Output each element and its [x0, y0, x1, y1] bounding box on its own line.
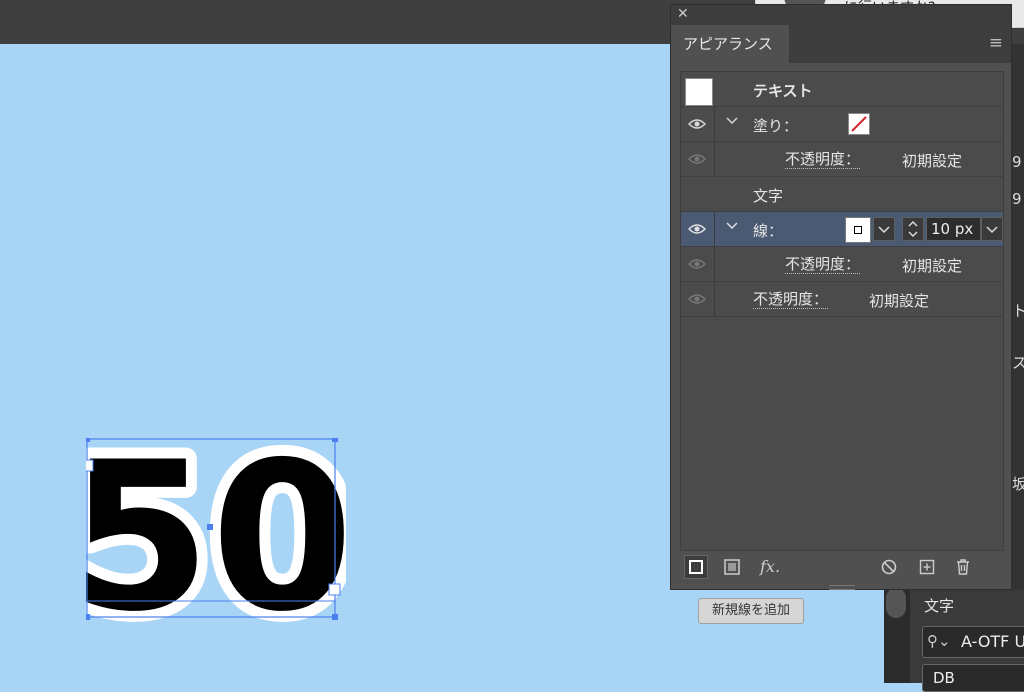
eye-icon — [688, 119, 706, 129]
fill-none-swatch[interactable] — [848, 113, 870, 135]
new-stroke-icon — [689, 560, 703, 574]
dock-scrollbar[interactable] — [886, 588, 906, 618]
threading-in-port[interactable] — [86, 459, 94, 472]
artwork-svg: 50 50 — [86, 438, 346, 624]
visibility-toggle[interactable] — [681, 142, 715, 176]
handle[interactable] — [332, 614, 338, 620]
stroke-color-swatch[interactable] — [845, 217, 871, 243]
selected-text-object[interactable]: 50 50 — [86, 438, 346, 624]
fill-row[interactable]: 塗り： — [681, 107, 1003, 142]
clear-icon — [881, 559, 897, 575]
font-family-field[interactable]: ⚲⌄ A-OTF U — [922, 626, 1024, 658]
panel-menu-icon[interactable]: ≡ — [989, 33, 1003, 53]
trash-icon — [957, 559, 969, 575]
visibility-toggle[interactable] — [681, 212, 715, 246]
characters-label: 文字 — [753, 187, 784, 205]
search-icon: ⚲⌄ — [927, 632, 951, 650]
panel-title-strip: ✕ — [671, 5, 1011, 25]
object-opacity-row[interactable]: 不透明度： 初期設定 — [681, 282, 1003, 317]
eye-icon — [688, 259, 706, 269]
character-panel-title: 文字 — [924, 597, 955, 615]
dock-fragment: 9 — [1012, 190, 1022, 208]
object-type-label: テキスト — [753, 82, 813, 100]
panel-resize-grip[interactable] — [829, 585, 855, 590]
stroke-label: 線： — [753, 222, 784, 240]
close-icon[interactable]: ✕ — [677, 6, 689, 22]
stroke-row[interactable]: 線： 10 px — [681, 212, 1003, 247]
handle[interactable] — [86, 614, 90, 620]
opacity-link[interactable]: 不透明度： — [785, 150, 861, 169]
tab-appearance[interactable]: アピアランス — [671, 25, 789, 63]
dock-fragment: ト — [1012, 302, 1024, 320]
visibility-toggle[interactable] — [681, 107, 715, 141]
appearance-list: テキスト 塗り： 不透明度： 初期設定 文字 線： 10 px 不透明度： 初期… — [680, 71, 1004, 551]
fill-layer: 50 — [86, 438, 346, 624]
object-row[interactable]: テキスト — [681, 72, 1003, 107]
visibility-toggle[interactable] — [681, 282, 715, 316]
clear-appearance-button[interactable] — [879, 557, 899, 577]
none-slash-icon — [851, 116, 867, 132]
stroke-width-field[interactable]: 10 px — [926, 217, 981, 241]
stroke-width-dropdown[interactable] — [981, 217, 1003, 241]
chevron-down-icon[interactable] — [726, 222, 738, 230]
eye-icon — [688, 224, 706, 234]
font-style-field[interactable]: DB — [922, 664, 1024, 692]
chevron-down-icon — [986, 226, 998, 234]
duplicate-item-button[interactable] — [917, 557, 937, 577]
visibility-toggle[interactable] — [681, 247, 715, 281]
handle[interactable] — [86, 438, 90, 442]
new-fill-icon — [724, 559, 740, 575]
panel-bottom-toolbar: fx. — [680, 553, 1004, 583]
add-new-fill-button[interactable] — [722, 557, 742, 577]
panel-tab-bar: アピアランス ≡ — [671, 25, 1011, 63]
center-point[interactable] — [207, 524, 213, 530]
font-family-value: A-OTF U — [961, 632, 1024, 651]
opacity-value: 初期設定 — [869, 292, 930, 310]
add-new-stroke-button[interactable] — [684, 555, 708, 579]
handle[interactable] — [332, 438, 338, 442]
stroke-opacity-row[interactable]: 不透明度： 初期設定 — [681, 247, 1003, 282]
tooltip: 新規線を追加 — [698, 598, 804, 624]
eye-icon — [688, 294, 706, 304]
fill-opacity-row[interactable]: 不透明度： 初期設定 — [681, 142, 1003, 177]
duplicate-icon — [919, 559, 935, 575]
stepper-arrows-icon — [908, 221, 918, 237]
dock-fragment: 坂 — [1012, 475, 1024, 493]
fill-label: 塗り： — [753, 117, 799, 135]
delete-item-button[interactable] — [953, 557, 973, 577]
eye-icon — [688, 154, 706, 164]
chevron-down-icon[interactable] — [726, 117, 738, 125]
opacity-link[interactable]: 不透明度： — [753, 290, 829, 309]
opacity-value: 初期設定 — [902, 257, 963, 275]
dock-fragment: 9 — [1012, 153, 1022, 171]
opacity-link[interactable]: 不透明度： — [785, 255, 861, 274]
stroke-width-stepper[interactable] — [902, 217, 924, 241]
opacity-value: 初期設定 — [902, 152, 963, 170]
font-style-value: DB — [933, 669, 955, 687]
appearance-panel: ✕ アピアランス ≡ テキスト 塗り： 不透明度： 初期設定 文字 線： 10 … — [670, 4, 1012, 590]
stroke-color-dropdown[interactable] — [873, 217, 895, 241]
add-effect-button[interactable]: fx. — [760, 557, 786, 577]
dock-fragment: ス — [1012, 354, 1024, 372]
object-thumbnail — [685, 78, 713, 106]
threading-out-port[interactable] — [328, 583, 341, 596]
chevron-down-icon — [878, 226, 890, 234]
characters-row[interactable]: 文字 — [681, 177, 1003, 212]
